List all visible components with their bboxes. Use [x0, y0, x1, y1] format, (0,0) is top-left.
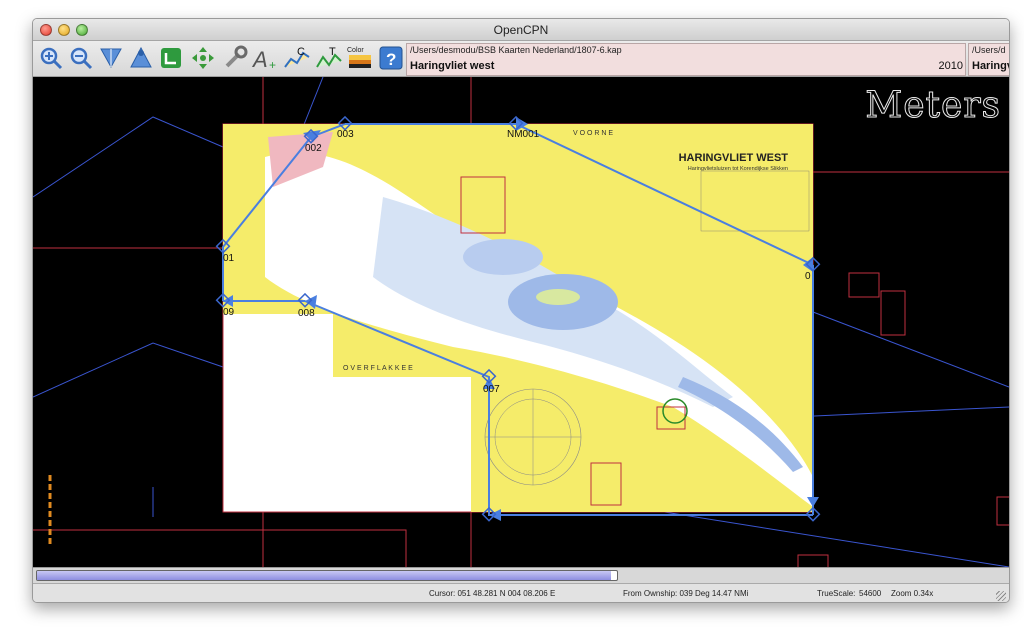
place-overflakkee: O V E R F L A K K E E: [343, 365, 413, 372]
text-icon: A +: [251, 47, 276, 71]
progress-bar: [36, 570, 618, 581]
chart-overlay: HARINGVLIET WEST Haringvlietsluizen tot …: [33, 77, 1009, 567]
app-window: OpenCPN A + C T Color ? /Users/desmodu/B…: [32, 18, 1010, 603]
chart-name: Haringvliet west: [410, 60, 495, 72]
route-icon: [192, 47, 214, 69]
resize-grip[interactable]: [996, 591, 1006, 601]
scale-down-button[interactable]: [97, 44, 125, 72]
window-title: OpenCPN: [493, 23, 549, 37]
close-window-button[interactable]: [40, 24, 52, 36]
cursor-position: Cursor: 051 48.281 N 004 08.206 E: [429, 589, 556, 598]
waypoint-002: 002: [305, 143, 322, 154]
chart-title: HARINGVLIET WEST: [679, 152, 789, 164]
waypoint-09: 09: [223, 307, 235, 318]
zoom-out-icon: [70, 47, 93, 70]
chart-bar-secondary[interactable]: /Users/d Haringv: [968, 43, 1010, 76]
waypoint-003: 003: [337, 129, 354, 140]
tide-button[interactable]: T: [315, 44, 343, 72]
progress-area: [33, 567, 1009, 583]
current-button[interactable]: C: [283, 44, 311, 72]
status-bar: Cursor: 051 48.281 N 004 08.206 E From O…: [33, 583, 1009, 602]
color-scheme-button[interactable]: Color: [345, 44, 375, 72]
waypoint-007: 007: [483, 384, 500, 395]
settings-button[interactable]: [221, 44, 249, 72]
scale-down-icon: [100, 48, 122, 69]
depth-units-label: Meters: [865, 85, 1001, 127]
waypoint-008: 008: [298, 308, 315, 319]
zoom-in-icon: [40, 47, 63, 70]
chart-path: /Users/desmodu/BSB Kaarten Nederland/180…: [410, 45, 622, 55]
help-button[interactable]: ?: [377, 44, 405, 72]
text-button[interactable]: A +: [251, 44, 279, 72]
minimize-window-button[interactable]: [58, 24, 70, 36]
truescale-label: TrueScale:: [817, 589, 856, 598]
settings-wrench-icon: [225, 45, 248, 68]
toolbar: A + C T Color ? /Users/desmodu/BSB Kaarte…: [33, 41, 1009, 77]
truescale-value: 54600: [859, 589, 882, 598]
zoom-level: Zoom 0.34x: [891, 589, 934, 598]
zoom-in-button[interactable]: [37, 44, 65, 72]
tide-icon: T: [316, 46, 342, 68]
chart-year: 2010: [938, 60, 963, 72]
svg-text:+: +: [269, 58, 276, 71]
chart2-name: Haringv: [972, 60, 1010, 72]
follow-icon: [161, 48, 181, 68]
chart2-path: /Users/d: [972, 45, 1006, 55]
route-button[interactable]: [189, 44, 217, 72]
progress-fill: [37, 571, 612, 580]
title-bar[interactable]: OpenCPN: [33, 19, 1009, 41]
ownship-icon: [130, 46, 152, 68]
chart-bar-primary[interactable]: /Users/desmodu/BSB Kaarten Nederland/180…: [406, 43, 966, 76]
waypoint-nm001: NM001: [507, 129, 540, 140]
help-icon: ?: [379, 46, 403, 70]
color-scheme-icon: Color: [347, 47, 371, 68]
zoom-out-button[interactable]: [67, 44, 95, 72]
color-label: Color: [347, 47, 364, 54]
svg-text:A: A: [251, 47, 268, 71]
zoom-window-button[interactable]: [76, 24, 88, 36]
chart-canvas[interactable]: HARINGVLIET WEST Haringvlietsluizen tot …: [33, 77, 1009, 567]
ownship-bearing: From Ownship: 039 Deg 14.47 NMi: [623, 589, 749, 598]
waypoint-0: 0: [805, 271, 811, 282]
current-icon: C: [284, 46, 310, 68]
follow-button[interactable]: [157, 44, 185, 72]
current-label: C: [297, 46, 305, 58]
tide-label: T: [329, 46, 336, 58]
waypoint-01: 01: [223, 253, 235, 264]
ownship-button[interactable]: [127, 44, 155, 72]
svg-text:?: ?: [386, 50, 396, 69]
place-voorne: V O O R N E: [573, 130, 613, 137]
